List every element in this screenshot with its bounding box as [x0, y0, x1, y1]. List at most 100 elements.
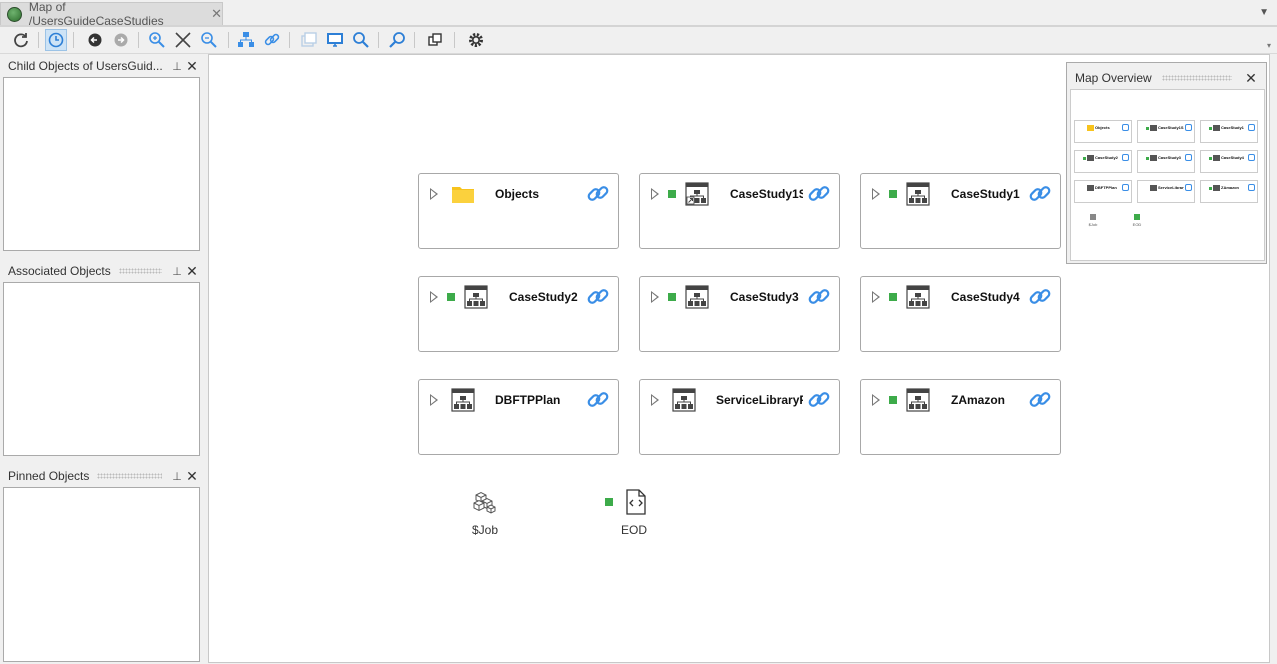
link-icon[interactable]	[1028, 285, 1052, 312]
tab-menu-chevron-icon[interactable]: ▼	[1259, 7, 1269, 18]
link-icon	[264, 33, 280, 46]
object-card-label: CaseStudy3	[730, 290, 799, 304]
tab-bar: Map of /UsersGuideCaseStudies ✕ ▼	[0, 0, 1277, 28]
refresh-button[interactable]	[10, 29, 32, 51]
associated-objects-list[interactable]	[3, 282, 200, 456]
close-icon[interactable]: ✕	[184, 58, 200, 75]
layers-button[interactable]	[298, 29, 320, 51]
overview-card: CaseStudy2	[1074, 150, 1132, 173]
close-icon[interactable]: ✕	[1242, 70, 1260, 87]
expand-triangle-icon[interactable]	[430, 291, 438, 303]
drag-grip[interactable]	[97, 473, 162, 479]
find-button[interactable]	[387, 29, 409, 51]
eod-node[interactable]	[624, 488, 648, 519]
window-button[interactable]	[424, 29, 446, 51]
expand-triangle-icon[interactable]	[430, 394, 438, 406]
object-card[interactable]: CaseStudy3	[639, 276, 840, 352]
link-icon[interactable]	[1028, 182, 1052, 209]
close-icon[interactable]: ✕	[184, 263, 200, 280]
expand-triangle-icon[interactable]	[651, 394, 659, 406]
expand-triangle-icon[interactable]	[651, 291, 659, 303]
object-card[interactable]: ZAmazon	[860, 379, 1061, 455]
globe-icon	[7, 6, 22, 22]
pin-icon[interactable]: ⊥	[170, 265, 184, 278]
object-card-label: CaseStudy1S	[730, 187, 803, 201]
status-indicator	[889, 190, 897, 198]
link-icon[interactable]	[586, 285, 610, 312]
tab-close-icon[interactable]: ✕	[211, 6, 222, 22]
plan-shortcut-icon	[685, 182, 709, 206]
object-card[interactable]: CaseStudy1	[860, 173, 1061, 249]
link-icon[interactable]	[586, 182, 610, 209]
child-objects-list[interactable]	[3, 77, 200, 251]
window-icon	[428, 33, 442, 46]
child-objects-panel: Child Objects of UsersGuid... ⊥ ✕	[2, 55, 202, 253]
expand-triangle-icon[interactable]	[651, 188, 659, 200]
back-icon	[88, 33, 102, 47]
toolbar-overflow-icon[interactable]: ▾	[1267, 41, 1271, 50]
zoom-out-button[interactable]	[198, 29, 220, 51]
link-icon[interactable]	[807, 182, 831, 209]
object-card[interactable]: CaseStudy2	[418, 276, 619, 352]
close-icon[interactable]: ✕	[184, 468, 200, 485]
overview-card: CaseStudy3	[1137, 150, 1195, 173]
fit-button[interactable]	[172, 29, 194, 51]
object-card[interactable]: CaseStudy1S	[639, 173, 840, 249]
zoom-in-button[interactable]	[146, 29, 168, 51]
pinned-objects-list[interactable]	[3, 487, 200, 662]
object-card[interactable]: Objects	[418, 173, 619, 249]
link-icon[interactable]	[1028, 388, 1052, 415]
expand-triangle-icon[interactable]	[430, 188, 438, 200]
link-icon[interactable]	[807, 285, 831, 312]
panel-title: Associated Objects	[8, 264, 111, 278]
status-indicator	[889, 396, 897, 404]
pinned-objects-panel: Pinned Objects ⊥ ✕	[2, 465, 202, 663]
expand-triangle-icon[interactable]	[872, 394, 880, 406]
link-button[interactable]	[261, 29, 283, 51]
link-icon[interactable]	[586, 388, 610, 415]
overview-node: EOD	[1129, 214, 1145, 227]
expand-triangle-icon[interactable]	[872, 291, 880, 303]
associated-objects-panel: Associated Objects ⊥ ✕	[2, 260, 202, 458]
plan-icon	[672, 388, 696, 412]
tab-map[interactable]: Map of /UsersGuideCaseStudies ✕	[0, 0, 223, 28]
script-file-icon	[626, 489, 646, 515]
pin-icon[interactable]: ⊥	[170, 60, 184, 73]
link-icon[interactable]	[807, 388, 831, 415]
status-indicator	[889, 293, 897, 301]
object-card-label: ZAmazon	[951, 393, 1005, 407]
back-button[interactable]	[84, 29, 106, 51]
object-card-label: DBFTPPlan	[495, 393, 561, 407]
search-button[interactable]	[350, 29, 372, 51]
plan-icon	[685, 285, 709, 309]
screen-button[interactable]	[324, 29, 346, 51]
folder-icon	[451, 184, 475, 208]
forward-button[interactable]	[110, 29, 132, 51]
eod-node-label: EOD	[621, 523, 648, 537]
object-card[interactable]: CaseStudy4	[860, 276, 1061, 352]
history-icon	[48, 32, 64, 48]
settings-button[interactable]	[465, 29, 487, 51]
drag-grip[interactable]	[1161, 75, 1232, 81]
zoom-out-icon	[201, 32, 217, 48]
plan-icon	[464, 285, 488, 309]
expand-triangle-icon[interactable]	[872, 188, 880, 200]
status-indicator	[447, 293, 455, 301]
drag-grip[interactable]	[118, 268, 162, 274]
search-icon	[353, 32, 369, 48]
settings-icon	[469, 33, 483, 47]
pin-icon[interactable]: ⊥	[170, 470, 184, 483]
hierarchy-button[interactable]	[235, 29, 257, 51]
overview-card: ServiceLibraryF	[1137, 180, 1195, 203]
object-card[interactable]: ServiceLibraryF	[639, 379, 840, 455]
map-overview-viewport[interactable]: Objects CaseStudy1S CaseStudy1 CaseStudy2 Ca…	[1070, 89, 1265, 261]
cubes-icon	[473, 491, 496, 514]
object-card[interactable]: DBFTPPlan	[418, 379, 619, 455]
overview-card: ZAmazon	[1200, 180, 1258, 203]
history-button[interactable]	[45, 29, 67, 51]
overview-node: $Job	[1085, 214, 1101, 227]
job-node[interactable]	[472, 490, 498, 519]
plan-icon	[906, 182, 930, 206]
refresh-icon	[14, 33, 28, 48]
object-card-label: CaseStudy1	[951, 187, 1020, 201]
